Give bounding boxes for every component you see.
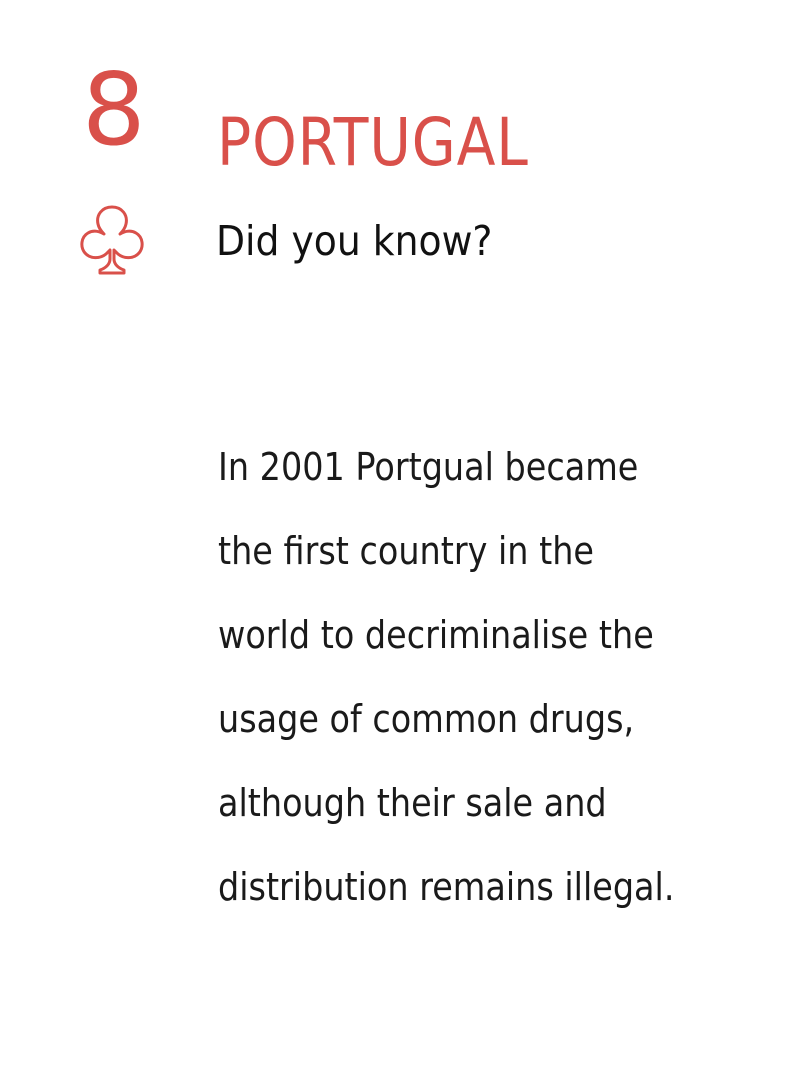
playing-card: 8 PORTUGAL Did you know? In 2001 Portgua… <box>0 0 790 1090</box>
club-outline-icon <box>78 204 146 276</box>
fact-line: the first country in the <box>218 529 594 573</box>
card-rank: 8 <box>82 51 146 168</box>
card-subtitle: Did you know? <box>216 217 493 265</box>
fact-line: although their sale and <box>218 781 607 825</box>
country-title: PORTUGAL <box>217 104 529 181</box>
fact-paragraph: In 2001 Portgual became the first countr… <box>218 442 738 946</box>
fact-line: In 2001 Portgual became <box>218 445 639 489</box>
fact-line: distribution remains illegal. <box>218 865 675 909</box>
fact-line: world to decriminalise the <box>218 613 654 657</box>
fact-line: usage of common drugs, <box>218 697 635 741</box>
